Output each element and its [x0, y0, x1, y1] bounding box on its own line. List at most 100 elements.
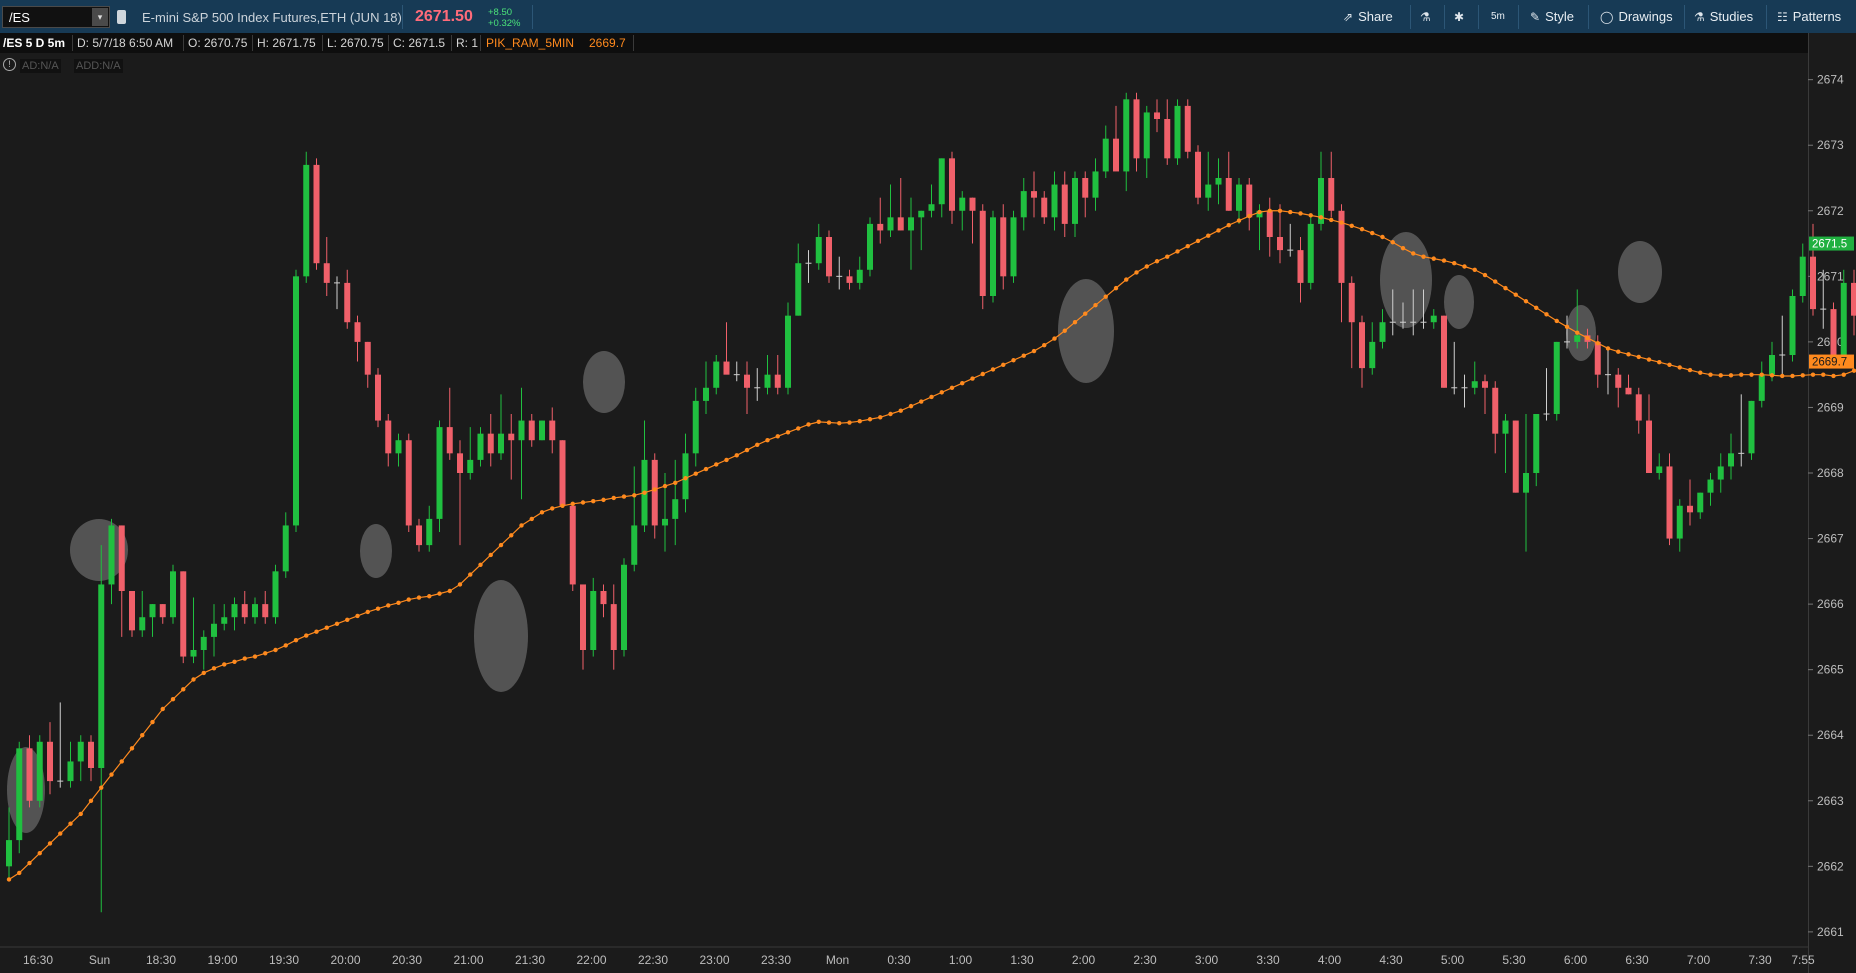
study-dot — [970, 376, 975, 381]
candle-body — [1236, 184, 1242, 211]
y-tick-label: 2673 — [1817, 138, 1844, 152]
candle-body — [703, 387, 709, 401]
candle-body — [252, 604, 258, 618]
candle-body — [129, 591, 135, 631]
price-chart[interactable]: 2674267326722671267026692668266726662665… — [0, 0, 1856, 973]
candle-body — [375, 374, 381, 421]
study-dot — [345, 617, 350, 623]
candle-body — [979, 210, 986, 296]
study-dot — [509, 533, 514, 538]
candle-body — [88, 741, 94, 768]
study-dot — [519, 523, 524, 528]
x-tick-label: 2:30 — [1133, 953, 1157, 967]
y-tick-label: 2664 — [1817, 728, 1844, 742]
candle-body — [170, 571, 176, 618]
candle-body — [1164, 119, 1171, 159]
x-tick-label: 0:30 — [887, 953, 911, 967]
study-dot — [591, 498, 596, 504]
candle-body — [867, 223, 873, 270]
x-tick-label: 22:00 — [576, 953, 606, 967]
study-dot — [6, 877, 12, 882]
study-dot — [1011, 358, 1016, 363]
candle-body — [1297, 250, 1304, 283]
x-tick-label: 22:30 — [638, 953, 668, 967]
study-dot — [1831, 373, 1836, 379]
study-dot — [1800, 373, 1805, 378]
study-dot — [457, 582, 463, 587]
study-dot — [447, 588, 452, 594]
candle-body — [1666, 466, 1673, 539]
x-tick-label: 16:30 — [23, 953, 53, 967]
study-dot — [488, 552, 493, 558]
candle-body — [1020, 191, 1027, 218]
candle-body — [231, 604, 238, 618]
candle-body — [672, 499, 679, 519]
study-dot — [170, 696, 176, 702]
candle-body — [1728, 453, 1734, 467]
candle-body — [1031, 191, 1037, 198]
study-dot — [980, 371, 985, 377]
study-dot — [1523, 299, 1529, 304]
candle-body — [467, 459, 474, 473]
candle-body — [1379, 322, 1386, 342]
candle-body — [1266, 210, 1273, 237]
study-dot — [990, 367, 996, 372]
study-dot — [1298, 211, 1303, 216]
study-dot — [252, 654, 258, 659]
candle-body — [559, 440, 566, 506]
study-dot — [1687, 367, 1693, 373]
candle-body — [600, 591, 607, 605]
study-dot — [1452, 261, 1457, 266]
candle-body — [723, 361, 730, 375]
study-dot — [908, 403, 914, 409]
candle-body — [364, 341, 371, 375]
study-dot — [1257, 209, 1262, 215]
study-dot — [99, 785, 104, 790]
drawing-ellipse — [1566, 305, 1596, 361]
candle-body — [918, 210, 925, 218]
candle-body — [959, 197, 966, 211]
candle-body — [969, 197, 976, 211]
candle-body — [815, 237, 822, 264]
study-dot — [826, 420, 832, 425]
study-dot — [1626, 352, 1631, 357]
x-tick-label: 1:30 — [1010, 953, 1034, 967]
candle-body — [1102, 138, 1109, 172]
study-dot — [273, 647, 278, 653]
candle-body — [1369, 341, 1376, 369]
candle-body — [846, 276, 853, 283]
study-dot — [1411, 251, 1416, 256]
study-dot — [1718, 373, 1723, 378]
candle-body — [1758, 374, 1765, 401]
study-dot — [632, 493, 637, 498]
study-dot — [1021, 353, 1026, 358]
study-dot — [1103, 294, 1108, 299]
y-tick-label: 2669 — [1817, 400, 1844, 414]
study-dot — [601, 497, 606, 503]
study-dot — [765, 438, 770, 443]
study-dot — [1728, 373, 1734, 378]
candle-body — [1215, 178, 1222, 185]
study-dot — [478, 562, 483, 567]
candle-body — [1174, 105, 1181, 159]
candle-body — [949, 158, 955, 211]
candle-body — [1092, 171, 1099, 198]
candle-body — [1205, 184, 1212, 198]
study-dot — [703, 466, 709, 472]
candle-body — [303, 164, 310, 277]
study-dot — [355, 613, 360, 619]
candle-body — [282, 525, 289, 572]
candle-body — [928, 204, 935, 211]
y-tick-label: 2665 — [1817, 663, 1844, 677]
candle-body — [47, 741, 53, 782]
study-dot — [1339, 220, 1344, 225]
candle-body — [241, 604, 248, 618]
candle-body — [67, 761, 74, 782]
study-dot — [816, 419, 821, 425]
study-dot — [570, 501, 575, 507]
study-dot — [1072, 320, 1078, 325]
study-dot — [1113, 285, 1119, 291]
study-dot — [386, 603, 391, 608]
study-dot — [375, 606, 381, 611]
study-dot — [109, 772, 114, 777]
